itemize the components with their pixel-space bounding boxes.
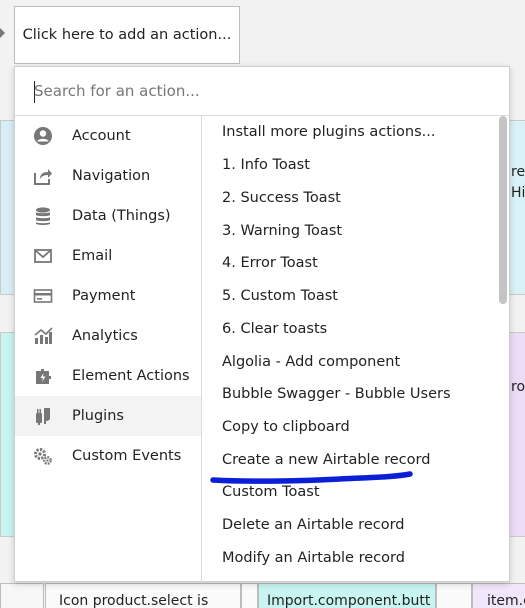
plugins-icon [33, 406, 53, 426]
action-item[interactable]: Delete an Airtable record [222, 517, 405, 545]
action-item[interactable]: Algolia - Add component [222, 354, 400, 382]
category-analytics[interactable]: Analytics [15, 316, 201, 356]
action-install-more-plugins[interactable]: Install more plugins actions... [222, 124, 435, 152]
action-item[interactable]: 2. Success Toast [222, 190, 341, 218]
action-list-scrollbar[interactable] [499, 116, 507, 304]
database-icon [33, 206, 53, 226]
category-label: Navigation [72, 168, 151, 184]
action-create-airtable-record[interactable]: Create a new Airtable record [222, 452, 430, 480]
category-label: Analytics [72, 328, 138, 344]
action-item[interactable]: Bubble Swagger - Bubble Users [222, 386, 451, 414]
category-email[interactable]: Email [15, 236, 201, 276]
action-item[interactable]: 6. Clear toasts [222, 321, 327, 349]
workflow-step-card[interactable]: Import.component.butt [258, 583, 436, 608]
category-label: Payment [72, 288, 136, 304]
background-card-right-2 [508, 332, 525, 537]
add-action-button[interactable]: Click here to add an action... [14, 6, 240, 64]
category-list: Account Navigation Data (Things) Email P… [15, 116, 202, 583]
workflow-step-card[interactable] [241, 583, 258, 608]
background-card-right-1 [508, 120, 525, 295]
custom-events-icon [33, 446, 53, 466]
background-card-text: Hi [511, 185, 525, 201]
workflow-step-card[interactable] [436, 583, 472, 608]
category-label: Data (Things) [72, 208, 171, 224]
category-navigation[interactable]: Navigation [15, 156, 201, 196]
workflow-step-card[interactable]: Icon product.select is [45, 583, 241, 608]
category-label: Plugins [72, 408, 124, 424]
search-input[interactable] [15, 67, 509, 116]
category-label: Custom Events [72, 448, 182, 464]
action-item[interactable]: 1. Info Toast [222, 157, 310, 185]
account-icon [33, 126, 53, 146]
email-icon [33, 246, 53, 266]
action-picker-popup: Account Navigation Data (Things) Email [14, 66, 510, 583]
workflow-step-card[interactable]: item.c [472, 583, 525, 608]
category-account[interactable]: Account [15, 116, 201, 156]
action-item[interactable]: Custom Toast [222, 484, 320, 512]
category-label: Element Actions [72, 368, 190, 384]
add-action-label: Click here to add an action... [22, 27, 232, 43]
workflow-step-text: Icon product.select is [59, 593, 209, 608]
payment-icon [33, 286, 53, 306]
category-label: Email [72, 248, 113, 264]
workflow-step-card[interactable] [0, 583, 44, 608]
action-item[interactable]: Modify an Airtable record [222, 550, 405, 578]
background-card-text: rea [511, 164, 525, 180]
action-list: Install more plugins actions... 1. Info … [203, 116, 509, 583]
element-actions-icon [33, 366, 53, 386]
category-plugins[interactable]: Plugins [15, 396, 201, 436]
action-item[interactable]: 5. Custom Toast [222, 288, 338, 316]
workflow-step-text: Import.component.butt [267, 593, 431, 608]
category-custom-events[interactable]: Custom Events [15, 436, 201, 476]
action-item[interactable]: Copy to clipboard [222, 419, 350, 447]
background-card-text: rou [511, 379, 525, 395]
analytics-icon [33, 326, 53, 346]
text-caret [34, 81, 35, 103]
connector-arrow-icon [0, 28, 5, 38]
category-element-actions[interactable]: Element Actions [15, 356, 201, 396]
workflow-step-text: item.c [487, 593, 525, 608]
navigation-icon [33, 166, 53, 186]
category-label: Account [72, 128, 131, 144]
action-item[interactable]: 4. Error Toast [222, 255, 318, 283]
category-data[interactable]: Data (Things) [15, 196, 201, 236]
action-item[interactable]: 3. Warning Toast [222, 223, 342, 251]
category-payment[interactable]: Payment [15, 276, 201, 316]
